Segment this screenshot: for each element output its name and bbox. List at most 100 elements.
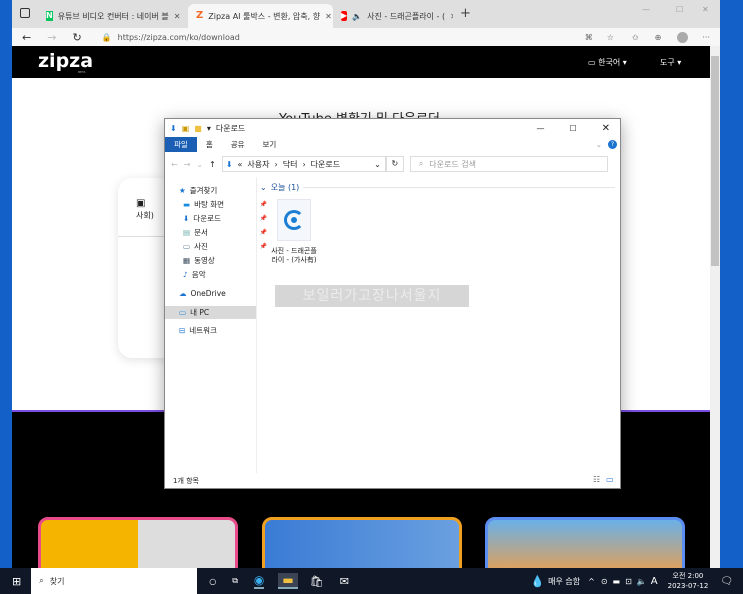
maximize-button[interactable]: ☐ [676,5,683,14]
audio-file-icon [277,199,311,241]
breadcrumb-item[interactable]: 사용자 [247,159,269,170]
task-view-icon[interactable]: ⧉ [232,576,238,586]
file-item[interactable]: 사진 - 드래곤플라이 - (가사有) [271,199,317,265]
nav-label: OneDrive [190,289,226,298]
nav-onedrive[interactable]: ☁ OneDrive [179,287,255,300]
help-icon[interactable]: ? [608,139,617,149]
cortana-icon[interactable]: ○ [209,577,216,586]
store-icon[interactable]: 🛍 [310,575,324,588]
nav-label: 문서 [194,228,208,237]
address-bar-row: ← → ↻ 🔒 https://zipza.com/ko/download ⌘ … [12,28,720,46]
refresh-button[interactable]: ↻ [385,156,404,172]
tab-naver[interactable]: N 유튜브 비디오 컨버터 : 네이버 블 ✕ [38,4,188,28]
document-icon: ▤ [183,228,191,237]
taskbar-search[interactable]: ⌕ 찾기 [31,568,198,594]
meet-icon[interactable]: ⊙ [601,577,608,586]
nav-label: 네트워크 [189,326,217,335]
network-icon[interactable]: ⊡ [625,577,632,586]
details-view-icon[interactable]: ☷ [593,475,600,484]
nav-desktop[interactable]: ▬ 바탕 화면 📌 [183,198,267,211]
computer-icon: ▭ [179,308,187,317]
ribbon-expand-icon[interactable]: ⌄ [596,140,602,149]
weather-text[interactable]: 매우 습함 [548,576,580,587]
more-icon[interactable]: ··· [702,33,710,42]
nav-music[interactable]: ♪ 음악 [183,268,259,281]
address-bar[interactable]: ⬇ « 사용자 › 닥터 › 다운로드 ⌄ [221,156,386,172]
flag-icon: ▭ [588,58,599,67]
title-bar: ⬇ ▣ ■ ▾ 다운로드 — ☐ ✕ [165,119,620,137]
nav-quick-access[interactable]: ★ 즐겨찾기 [179,184,255,197]
nav-this-pc[interactable]: ▭ 내 PC [165,306,256,319]
edge-icon[interactable]: ◉ [253,573,265,589]
back-icon[interactable]: ← [171,160,178,169]
language-select[interactable]: ▭ 한국어 ▾ [588,57,627,68]
up-icon[interactable]: ↑ [209,160,216,169]
close-icon[interactable]: ✕ [450,12,453,21]
pin-icon: 📌 [259,201,267,208]
video-icon: ▦ [183,256,191,265]
tab-zipza[interactable]: Z Zipza AI 툴박스 - 변환, 압축, 향 ✕ [188,4,333,28]
battery-icon[interactable]: ▬ [613,577,621,586]
tab-view[interactable]: 보기 [254,139,286,150]
tab-share[interactable]: 공유 [222,139,254,150]
tab-actions-icon[interactable] [20,8,30,18]
tab-label: 유튜브 비디오 컨버터 : 네이버 블 [57,11,169,21]
start-button[interactable]: ⊞ [12,575,21,588]
folder-icon[interactable]: ■ [194,124,202,133]
tab-file[interactable]: 파일 [165,136,197,152]
mail-icon[interactable]: ✉ [340,575,349,588]
large-icons-view-icon[interactable]: ▭ [606,475,614,484]
group-header[interactable]: ⌄ 오늘 (1) [260,182,615,193]
add-favorite-icon[interactable]: ☆ [607,33,614,42]
tools-menu[interactable]: 도구 ▾ [660,57,681,68]
back-icon[interactable]: ← [22,31,31,44]
tab-home[interactable]: 홈 [197,139,222,150]
url-field[interactable]: https://zipza.com/ko/download [118,33,585,42]
minimize-button[interactable]: — [536,124,544,133]
search-label: 찾기 [49,576,65,586]
file-explorer-icon[interactable]: ▬ [278,573,298,589]
date: 2023-07-12 [667,582,709,590]
nav-network[interactable]: ⊟ 네트워크 [179,324,255,337]
notification-icon[interactable]: 🗨 [720,576,733,587]
maximize-button[interactable]: ☐ [569,124,576,133]
speaker-icon[interactable]: 🔈 [352,12,362,21]
close-icon[interactable]: ✕ [174,12,181,21]
tool-card-background-remover[interactable] [38,517,238,568]
overlay-caption: 보일러가고장나서울지 [275,285,469,307]
collections-icon[interactable]: ⊕ [655,33,662,42]
properties-icon[interactable]: ▣ [182,124,190,133]
nav-pictures[interactable]: ▭ 사진 📌 [183,240,267,253]
minimize-button[interactable]: — [642,5,650,14]
nav-documents[interactable]: ▤ 문서 📌 [183,226,267,239]
refresh-icon[interactable]: ↻ [72,31,81,44]
forward-icon[interactable]: → [47,31,56,44]
new-tab-button[interactable]: + [460,6,471,21]
quick-access-dropdown-icon[interactable]: ▾ [207,124,211,133]
reader-icon[interactable]: ⌘ [585,33,593,42]
close-icon[interactable]: ✕ [325,12,332,21]
search-input[interactable]: ⌕ 다운로드 검색 [409,156,608,172]
nav-videos[interactable]: ▦ 동영상 [183,254,259,267]
breadcrumb-item[interactable]: 닥터 [283,159,298,170]
nav-downloads[interactable]: ⬇ 다운로드 📌 [183,212,267,225]
scrollbar[interactable] [710,46,720,568]
tray-expand-icon[interactable]: ^ [588,577,595,586]
address-dropdown-icon[interactable]: ⌄ [374,160,381,169]
zipza-logo[interactable]: zipza [38,50,93,72]
tool-card-upscaler[interactable] [262,517,462,568]
tool-card-enhancer[interactable] [485,517,685,568]
pictures-icon: ▭ [183,242,191,251]
breadcrumb-item[interactable]: 다운로드 [311,159,340,170]
volume-icon[interactable]: 🔈 [637,577,647,586]
profile-avatar[interactable] [677,31,689,43]
video-icon: ▣ [136,198,146,209]
close-button[interactable]: ✕ [702,5,709,14]
tab-youtube[interactable]: ▶ 🔈 사진 - 드래곤플라이 - (✕ [333,4,453,28]
forward-icon[interactable]: → [184,160,191,169]
close-button[interactable]: ✕ [602,123,610,134]
clock[interactable]: 오전 2:00 2023-07-12 [668,571,709,591]
favorites-icon[interactable]: ✩ [632,33,639,42]
ime-indicator[interactable]: A [651,576,658,587]
recent-dropdown-icon[interactable]: ⌄ [196,160,203,169]
